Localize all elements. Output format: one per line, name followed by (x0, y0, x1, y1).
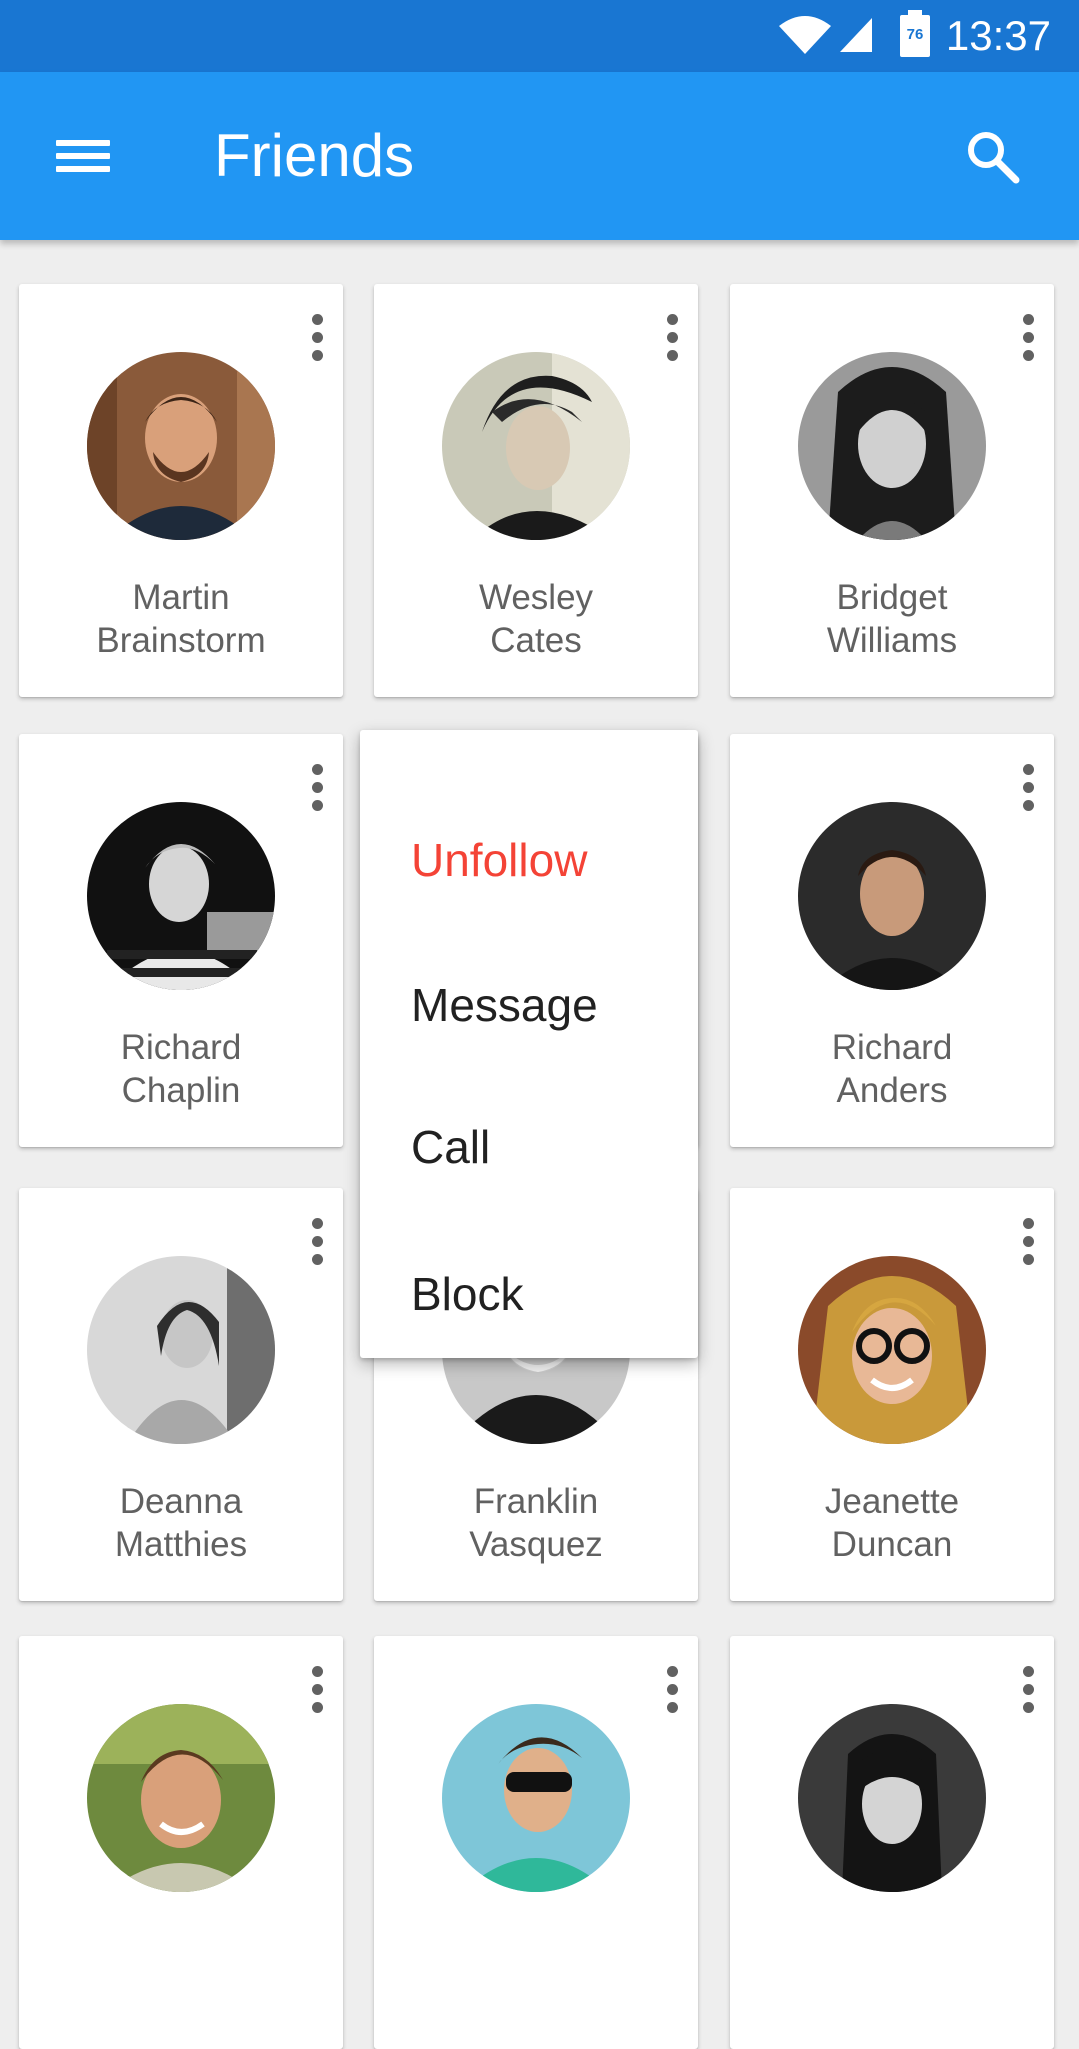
menu-icon[interactable] (52, 132, 114, 180)
friend-card[interactable]: Richard Anders (730, 734, 1054, 1147)
friend-last-name: Anders (836, 1071, 948, 1110)
friend-card[interactable] (19, 1636, 343, 2049)
avatar (87, 1704, 275, 1892)
avatar (798, 802, 986, 990)
friend-first-name: Richard (120, 1028, 242, 1067)
friend-name: Jeanette Duncan (730, 1480, 1054, 1566)
friend-name: Deanna Matthies (19, 1480, 343, 1566)
friend-first-name: Deanna (119, 1482, 243, 1521)
avatar (442, 1704, 630, 1892)
avatar (87, 1256, 275, 1444)
avatar (442, 352, 630, 540)
friend-last-name: Chaplin (121, 1071, 241, 1110)
status-bar: 76 13:37 (0, 0, 1079, 72)
avatar (87, 802, 275, 990)
menu-item-message[interactable]: Message (411, 977, 691, 1033)
battery-label: 76 (906, 26, 924, 43)
more-vert-icon[interactable] (1016, 1214, 1040, 1270)
avatar (798, 352, 986, 540)
friend-first-name: Wesley (478, 578, 594, 617)
friend-first-name: Martin (132, 578, 230, 617)
friend-first-name: Bridget (836, 578, 948, 617)
clock: 13:37 (945, 12, 1051, 59)
more-vert-icon[interactable] (1016, 310, 1040, 366)
avatar (798, 1704, 986, 1892)
friend-name: Richard Anders (730, 1026, 1054, 1112)
friend-name: Richard Chaplin (19, 1026, 343, 1112)
friend-last-name: Duncan (831, 1525, 953, 1564)
friend-card[interactable]: Jeanette Duncan (730, 1188, 1054, 1601)
menu-item-call[interactable]: Call (411, 1119, 691, 1175)
page-title: Friends (214, 122, 415, 189)
more-vert-icon[interactable] (305, 1662, 329, 1718)
wifi-icon (779, 16, 831, 54)
friend-first-name: Franklin (473, 1482, 599, 1521)
friend-card[interactable]: Bridget Williams (730, 284, 1054, 697)
avatar (87, 352, 275, 540)
friend-card[interactable] (374, 1636, 698, 2049)
friend-first-name: Jeanette (824, 1482, 960, 1521)
friend-card[interactable]: Richard Chaplin (19, 734, 343, 1147)
friend-card[interactable]: Martin Brainstorm (19, 284, 343, 697)
signal-icon (840, 18, 872, 52)
more-vert-icon[interactable] (1016, 1662, 1040, 1718)
friend-last-name: Cates (490, 621, 582, 660)
app-bar: Friends (0, 72, 1079, 240)
more-vert-icon[interactable] (305, 1214, 329, 1270)
friend-card[interactable]: Deanna Matthies (19, 1188, 343, 1601)
context-menu: Unfollow Message Call Block (360, 730, 698, 1358)
friend-last-name: Matthies (114, 1525, 248, 1564)
friend-name: Franklin Vasquez (374, 1480, 698, 1566)
friend-last-name: Williams (826, 621, 958, 660)
friend-last-name: Brainstorm (96, 621, 266, 660)
battery-icon: 76 (898, 10, 932, 58)
avatar (798, 1256, 986, 1444)
more-vert-icon[interactable] (305, 760, 329, 816)
friend-name: Martin Brainstorm (19, 576, 343, 662)
more-vert-icon[interactable] (660, 1662, 684, 1718)
friend-first-name: Richard (831, 1028, 953, 1067)
more-vert-icon[interactable] (660, 310, 684, 366)
friend-name: Wesley Cates (374, 576, 698, 662)
menu-item-unfollow[interactable]: Unfollow (411, 832, 691, 888)
friend-last-name: Vasquez (469, 1525, 603, 1564)
friend-name: Bridget Williams (730, 576, 1054, 662)
more-vert-icon[interactable] (1016, 760, 1040, 816)
menu-item-block[interactable]: Block (411, 1266, 691, 1322)
friend-card[interactable] (730, 1636, 1054, 2049)
more-vert-icon[interactable] (305, 310, 329, 366)
search-icon[interactable] (962, 126, 1022, 186)
friend-card[interactable]: Wesley Cates (374, 284, 698, 697)
